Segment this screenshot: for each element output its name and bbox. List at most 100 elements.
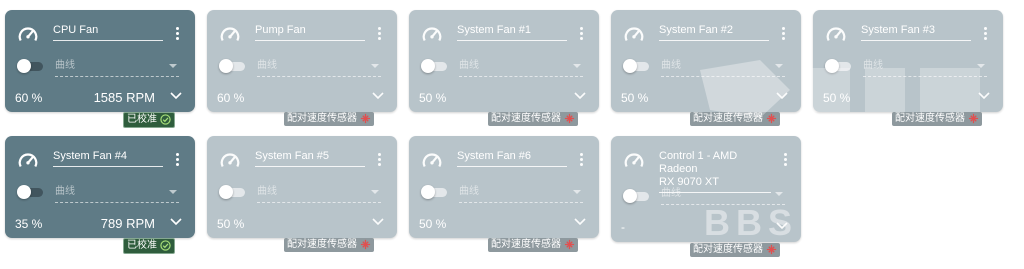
fan-card-system-fan-6[interactable]: System Fan #6 曲线 50 % xyxy=(409,136,599,238)
pair-sensor-badge[interactable]: 配对速度传感器 xyxy=(488,112,578,126)
fan-title[interactable]: System Fan #5 xyxy=(255,150,365,167)
status-text: 配对速度传感器 xyxy=(287,239,357,250)
chevron-down-icon[interactable] xyxy=(574,92,586,100)
sensor-plug-icon xyxy=(766,244,777,254)
gauge-icon xyxy=(18,27,38,42)
mode-select[interactable]: 曲线 xyxy=(55,60,179,77)
check-circle-icon xyxy=(160,240,171,251)
mode-label: 曲线 xyxy=(459,60,479,71)
fan-percent: 60 % xyxy=(15,91,43,105)
fan-percent: 50 % xyxy=(217,217,245,231)
mode-label: 曲线 xyxy=(661,188,681,199)
gauge-icon xyxy=(422,153,442,168)
fan-card-pump-fan[interactable]: Pump Fan 曲线 60 % xyxy=(207,10,397,112)
dropdown-caret-icon xyxy=(371,190,379,194)
gauge-icon xyxy=(624,27,644,42)
fan-toggle[interactable] xyxy=(623,59,649,73)
fan-rpm: 1585 RPM xyxy=(93,90,155,105)
fan-title[interactable]: Pump Fan xyxy=(255,24,365,41)
status-text: 配对速度传感器 xyxy=(491,239,561,250)
fan-card-system-fan-5[interactable]: System Fan #5 曲线 50 % xyxy=(207,136,397,238)
fan-toggle[interactable] xyxy=(421,59,447,73)
status-text: 已校准 xyxy=(127,240,157,251)
fan-toggle[interactable] xyxy=(219,185,245,199)
fan-card-system-fan-4[interactable]: System Fan #4 曲线 35 % 789 RPM xyxy=(5,136,195,238)
fan-toggle[interactable] xyxy=(17,185,43,199)
sensor-plug-icon xyxy=(564,113,575,123)
more-options-icon[interactable] xyxy=(782,153,788,167)
fan-title[interactable]: System Fan #2 xyxy=(659,24,769,41)
more-options-icon[interactable] xyxy=(982,27,988,41)
sensor-plug-icon xyxy=(564,239,575,249)
watermark-logo xyxy=(700,60,1000,120)
more-options-icon[interactable] xyxy=(174,27,180,41)
sensor-plug-icon xyxy=(360,113,371,123)
mode-select[interactable]: 曲线 xyxy=(257,186,381,203)
fan-percent: 60 % xyxy=(217,91,245,105)
fan-percent: - xyxy=(621,220,625,234)
dropdown-caret-icon xyxy=(573,190,581,194)
dropdown-caret-icon xyxy=(573,64,581,68)
fan-title[interactable]: System Fan #1 xyxy=(457,24,567,41)
chevron-down-icon[interactable] xyxy=(574,218,586,226)
calibrated-badge: 已校准 xyxy=(123,238,175,254)
pair-sensor-badge[interactable]: 配对速度传感器 xyxy=(690,243,780,257)
chevron-down-icon[interactable] xyxy=(170,218,182,226)
dropdown-caret-icon xyxy=(775,192,783,196)
more-options-icon[interactable] xyxy=(780,27,786,41)
check-circle-icon xyxy=(160,114,171,125)
fan-title[interactable]: System Fan #4 xyxy=(53,150,163,167)
gauge-icon xyxy=(220,27,240,42)
mode-label: 曲线 xyxy=(55,186,75,197)
status-text: 配对速度传感器 xyxy=(693,244,763,255)
mode-select[interactable]: 曲线 xyxy=(459,186,583,203)
fan-title[interactable]: Control 1 - AMD Radeon RX 9070 XT xyxy=(659,150,771,193)
chevron-down-icon[interactable] xyxy=(372,218,384,226)
fan-percent: 50 % xyxy=(621,91,649,105)
gauge-icon xyxy=(220,153,240,168)
status-text: 配对速度传感器 xyxy=(491,113,561,124)
status-text: 已校准 xyxy=(127,114,157,125)
gauge-icon xyxy=(422,27,442,42)
mode-select[interactable]: 曲线 xyxy=(257,60,381,77)
fan-percent: 35 % xyxy=(15,217,43,231)
more-options-icon[interactable] xyxy=(578,153,584,167)
fan-title[interactable]: CPU Fan xyxy=(53,24,163,41)
more-options-icon[interactable] xyxy=(376,27,382,41)
fan-toggle[interactable] xyxy=(623,189,649,203)
mode-label: 曲线 xyxy=(459,186,479,197)
sensor-plug-icon xyxy=(360,239,371,249)
watermark-hand-icon xyxy=(700,60,980,118)
fan-percent: 50 % xyxy=(419,91,447,105)
pair-sensor-badge[interactable]: 配对速度传感器 xyxy=(488,238,578,252)
fan-card-system-fan-1[interactable]: System Fan #1 曲线 50 % xyxy=(409,10,599,112)
mode-label: 曲线 xyxy=(257,186,277,197)
fan-title[interactable]: System Fan #3 xyxy=(861,24,971,41)
gauge-icon xyxy=(18,153,38,168)
more-options-icon[interactable] xyxy=(174,153,180,167)
dropdown-caret-icon xyxy=(169,190,177,194)
mode-select[interactable]: 曲线 xyxy=(55,186,179,203)
more-options-icon[interactable] xyxy=(376,153,382,167)
fan-toggle[interactable] xyxy=(421,185,447,199)
fan-toggle[interactable] xyxy=(17,59,43,73)
fan-title[interactable]: System Fan #6 xyxy=(457,150,567,167)
mode-select[interactable]: 曲线 xyxy=(459,60,583,77)
mode-label: 曲线 xyxy=(55,60,75,71)
mode-label: 曲线 xyxy=(661,60,681,71)
more-options-icon[interactable] xyxy=(578,27,584,41)
chevron-down-icon[interactable] xyxy=(372,92,384,100)
pair-sensor-badge[interactable]: 配对速度传感器 xyxy=(284,112,374,126)
gauge-icon xyxy=(826,27,846,42)
dropdown-caret-icon xyxy=(169,64,177,68)
title-line-1: Control 1 - AMD Radeon xyxy=(659,150,738,175)
calibrated-badge: 已校准 xyxy=(123,112,175,128)
status-text: 配对速度传感器 xyxy=(287,113,357,124)
fan-rpm: 789 RPM xyxy=(100,216,155,231)
chevron-down-icon[interactable] xyxy=(170,92,182,100)
gauge-icon xyxy=(624,153,644,168)
pair-sensor-badge[interactable]: 配对速度传感器 xyxy=(284,238,374,252)
fan-card-cpu-fan[interactable]: CPU Fan 曲线 60 % 1585 RPM xyxy=(5,10,195,112)
mode-label: 曲线 xyxy=(257,60,277,71)
fan-toggle[interactable] xyxy=(219,59,245,73)
